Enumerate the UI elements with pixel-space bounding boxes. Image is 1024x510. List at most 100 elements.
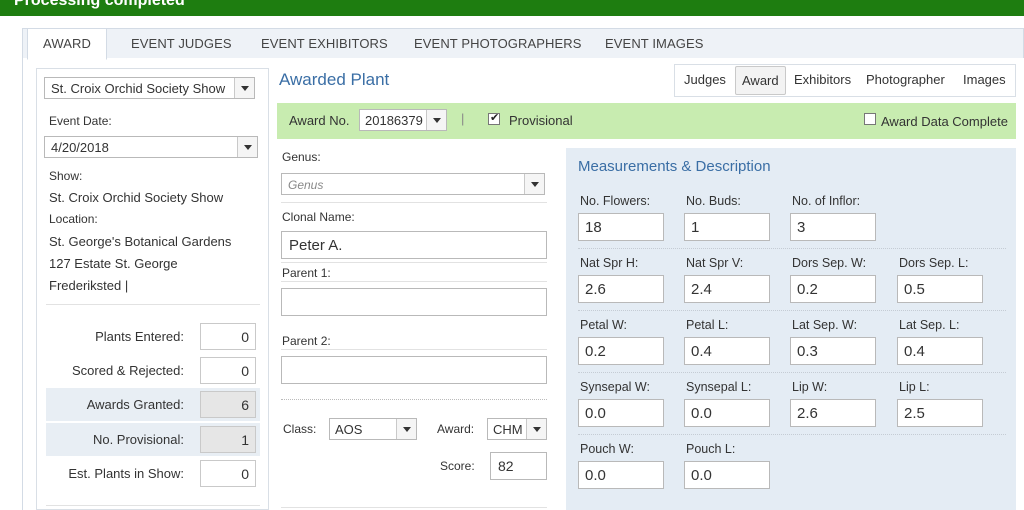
show-label: Show: — [49, 169, 83, 183]
nat-spr-v-label: Nat Spr V: — [686, 256, 744, 270]
award-no-value: 20186379 — [365, 113, 423, 128]
location-label: Location: — [49, 212, 98, 226]
award-data-complete-label: Award Data Complete — [881, 114, 1008, 129]
petal-w-label: Petal W: — [580, 318, 628, 332]
provisional-checkbox[interactable] — [488, 111, 500, 125]
petal-l-label: Petal L: — [686, 318, 729, 332]
chevron-down-icon[interactable] — [426, 110, 446, 130]
chevron-down-icon[interactable] — [526, 419, 546, 439]
tab-judges[interactable]: Judges — [678, 66, 732, 95]
parent-2-input[interactable] — [281, 356, 547, 384]
pouch-w-input[interactable]: 0.0 — [578, 461, 664, 489]
divider — [281, 281, 547, 282]
stat-scored-rejected: Scored & Rejected: 0 — [46, 354, 260, 387]
location-line-2: 127 Estate St. George — [49, 256, 178, 271]
show-select-value: St. Croix Orchid Society Show — [51, 81, 226, 96]
lip-w-input[interactable]: 2.6 — [790, 399, 876, 427]
stat-label: No. Provisional: — [92, 432, 184, 447]
award-select[interactable]: CHM — [487, 418, 547, 440]
parent-1-label: Parent 1: — [282, 266, 331, 280]
divider — [281, 262, 547, 263]
tab-images[interactable]: Images — [957, 66, 1012, 95]
award-no-label: Award No. — [289, 113, 350, 128]
award-no-select[interactable]: 20186379 — [359, 109, 447, 131]
location-line-3: Frederiksted | — [49, 278, 129, 293]
stat-label: Scored & Rejected: — [71, 363, 184, 378]
nat-spr-v-input[interactable]: 2.4 — [684, 275, 770, 303]
stat-label: Awards Granted: — [86, 397, 184, 412]
divider — [281, 507, 547, 508]
divider — [578, 434, 1006, 435]
stat-value: 6 — [200, 391, 256, 418]
clonal-name-input[interactable]: Peter A. — [281, 231, 547, 259]
show-name: St. Croix Orchid Society Show — [49, 190, 224, 205]
divider — [578, 248, 1006, 249]
clonal-name-label: Clonal Name: — [282, 210, 355, 224]
stat-value[interactable]: 0 — [200, 460, 256, 487]
pouch-w-label: Pouch W: — [580, 442, 634, 456]
dors-sep-l-input[interactable]: 0.5 — [897, 275, 983, 303]
divider — [46, 505, 260, 506]
status-banner-text: Processing completed — [14, 0, 185, 9]
genus-placeholder: Genus — [288, 178, 324, 192]
lat-sep-w-input[interactable]: 0.3 — [790, 337, 876, 365]
chevron-down-icon[interactable] — [234, 78, 254, 98]
tab-event-judges[interactable]: EVENT JUDGES — [131, 29, 232, 59]
class-label: Class: — [283, 422, 317, 436]
stat-awards-granted: Awards Granted: 6 — [46, 388, 260, 421]
synsepal-w-input[interactable]: 0.0 — [578, 399, 664, 427]
show-select[interactable]: St. Croix Orchid Society Show — [44, 77, 255, 99]
petal-w-input[interactable]: 0.2 — [578, 337, 664, 365]
award-label: Award: — [437, 422, 475, 436]
lip-l-input[interactable]: 2.5 — [897, 399, 983, 427]
parent-1-input[interactable] — [281, 288, 547, 316]
nat-spr-h-label: Nat Spr H: — [580, 256, 639, 270]
stat-est-plants: Est. Plants in Show: 0 — [46, 457, 260, 490]
stat-label: Plants Entered: — [95, 329, 184, 344]
no-inflor-label: No. of Inflor: — [792, 194, 861, 208]
chevron-down-icon[interactable] — [396, 419, 416, 439]
dors-sep-w-input[interactable]: 0.2 — [790, 275, 876, 303]
stat-value[interactable]: 0 — [200, 323, 256, 350]
tab-event-exhibitors[interactable]: EVENT EXHIBITORS — [261, 29, 388, 59]
no-flowers-input[interactable]: 18 — [578, 213, 664, 241]
genus-select[interactable]: Genus — [281, 173, 545, 195]
event-date-value: 4/20/2018 — [51, 140, 109, 155]
award-data-complete-checkbox[interactable] — [864, 113, 876, 125]
lat-sep-w-label: Lat Sep. W: — [792, 318, 858, 332]
petal-l-input[interactable]: 0.4 — [684, 337, 770, 365]
stat-label: Est. Plants in Show: — [68, 466, 184, 481]
pouch-l-input[interactable]: 0.0 — [684, 461, 770, 489]
tab-event-photographers[interactable]: EVENT PHOTOGRAPHERS — [414, 29, 582, 59]
synsepal-l-input[interactable]: 0.0 — [684, 399, 770, 427]
provisional-label: Provisional — [509, 113, 573, 128]
dors-sep-w-label: Dors Sep. W: — [792, 256, 867, 270]
lip-w-label: Lip W: — [792, 380, 828, 394]
score-input[interactable]: 82 — [490, 452, 547, 480]
separator: | — [461, 111, 465, 126]
dors-sep-l-label: Dors Sep. L: — [899, 256, 969, 270]
stat-no-provisional: No. Provisional: 1 — [46, 423, 260, 456]
divider — [281, 349, 547, 350]
divider — [578, 310, 1006, 311]
chevron-down-icon[interactable] — [237, 137, 257, 157]
no-flowers-label: No. Flowers: — [580, 194, 651, 208]
class-select[interactable]: AOS — [329, 418, 417, 440]
award-value: CHM — [493, 422, 523, 437]
tab-award-section[interactable]: Award — [735, 66, 786, 95]
stat-plants-entered: Plants Entered: 0 — [46, 320, 260, 353]
tab-event-images[interactable]: EVENT IMAGES — [605, 29, 703, 59]
nat-spr-h-input[interactable]: 2.6 — [578, 275, 664, 303]
no-buds-input[interactable]: 1 — [684, 213, 770, 241]
chevron-down-icon[interactable] — [524, 174, 544, 194]
stat-value[interactable]: 0 — [200, 357, 256, 384]
divider — [578, 372, 1006, 373]
event-date-select[interactable]: 4/20/2018 — [44, 136, 258, 158]
no-inflor-input[interactable]: 3 — [790, 213, 876, 241]
tab-exhibitors[interactable]: Exhibitors — [788, 66, 857, 95]
status-banner: Processing completed — [0, 0, 1024, 16]
location-line-1: St. George's Botanical Gardens — [49, 234, 232, 249]
tab-award[interactable]: AWARD — [27, 28, 107, 60]
tab-photographer[interactable]: Photographer — [860, 66, 951, 95]
lat-sep-l-input[interactable]: 0.4 — [897, 337, 983, 365]
